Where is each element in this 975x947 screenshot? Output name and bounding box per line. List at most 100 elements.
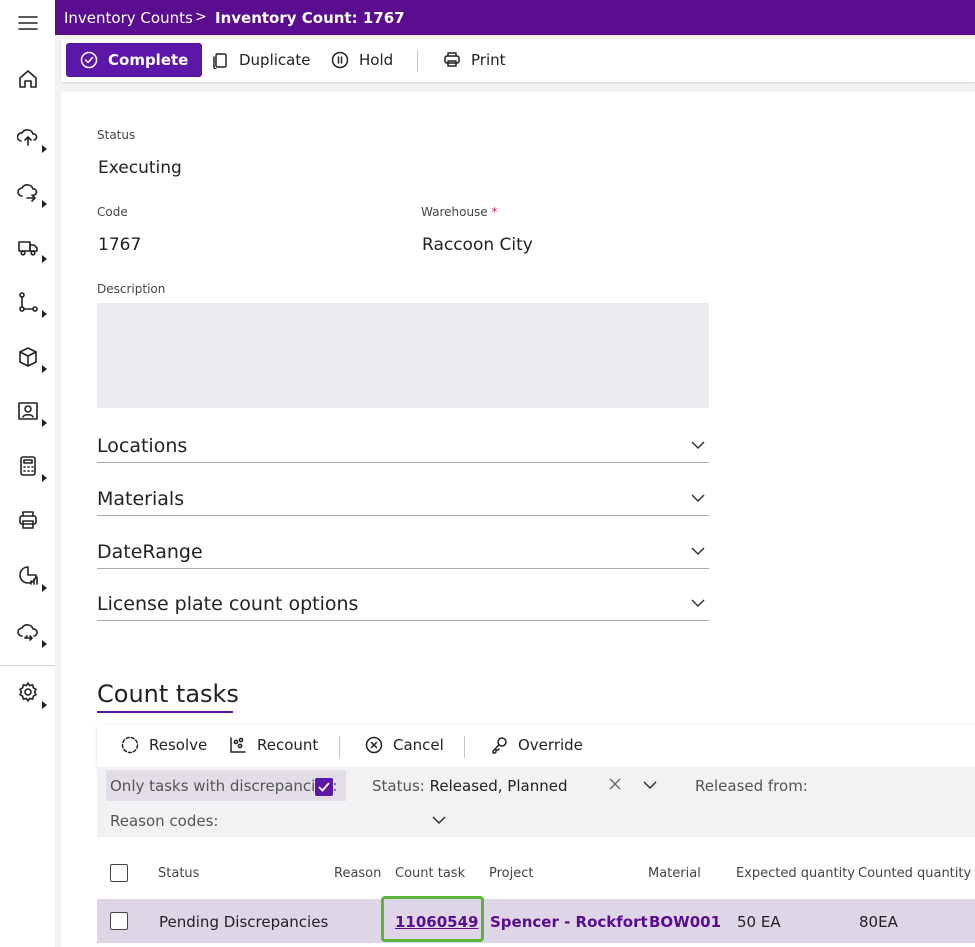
cloud-sync-icon[interactable] — [14, 617, 42, 645]
chevron-down-icon — [691, 547, 705, 556]
description-field[interactable] — [97, 303, 709, 408]
chevron-down-icon — [691, 599, 705, 608]
inbound-expand-icon[interactable] — [42, 145, 47, 153]
cube-expand-icon[interactable] — [42, 365, 47, 373]
truck-expand-icon[interactable] — [42, 255, 47, 263]
material-link[interactable]: BOW001 — [649, 913, 721, 931]
recount-icon — [230, 737, 246, 753]
column-header-reason[interactable]: Reason — [334, 866, 381, 881]
select-all-checkbox[interactable] — [110, 864, 128, 882]
status-label: Status — [97, 128, 136, 142]
copy-icon — [213, 53, 227, 69]
toolbar-separator — [339, 736, 340, 758]
override-button[interactable]: Override — [490, 736, 583, 754]
calculator-expand-icon[interactable] — [42, 474, 47, 482]
code-value: 1767 — [98, 235, 142, 255]
clear-filter-icon[interactable] — [609, 778, 621, 790]
description-label: Description — [97, 282, 166, 296]
warehouse-label: Warehouse * — [421, 205, 498, 219]
resolve-icon — [121, 736, 139, 754]
chevron-down-icon[interactable] — [643, 780, 657, 790]
row-counted-quantity: 80EA — [859, 913, 898, 931]
pause-circle-icon — [331, 51, 349, 69]
toolbar-separator — [417, 50, 418, 72]
section-underline — [97, 711, 233, 713]
row-status: Pending Discrepancies — [159, 913, 329, 931]
reason-codes-label[interactable]: Reason codes: — [110, 812, 218, 830]
contact-card-icon[interactable] — [14, 397, 42, 425]
column-header-expected-quantity[interactable]: Expected quantity — [736, 866, 855, 881]
breadcrumb-chevron-icon: > — [195, 9, 207, 25]
home-icon[interactable] — [14, 65, 42, 93]
project-link[interactable]: Spencer - Rockfort — [490, 913, 648, 931]
status-filter-value: Released, Planned — [429, 777, 568, 795]
settings-icon[interactable] — [14, 678, 42, 706]
checkmark-icon — [318, 782, 330, 792]
materials-accordion[interactable]: Materials — [97, 485, 709, 516]
discrepancies-filter-label: Only tasks with discrepancies: — [110, 777, 338, 795]
settings-expand-icon[interactable] — [42, 701, 47, 709]
reports-expand-icon[interactable] — [42, 584, 47, 592]
hold-button[interactable]: Hold — [331, 51, 393, 69]
warehouse-value[interactable]: Raccoon City — [422, 235, 533, 255]
discrepancies-checkbox[interactable] — [315, 778, 333, 796]
focus-highlight — [381, 896, 484, 942]
print-label: Print — [471, 51, 506, 69]
print-button[interactable]: Print — [443, 51, 506, 69]
required-marker: * — [491, 205, 498, 219]
outbound-icon[interactable] — [14, 178, 42, 206]
cube-icon[interactable] — [14, 343, 42, 371]
truck-icon[interactable] — [14, 233, 42, 261]
app-header: Inventory Counts > Inventory Count: 1767 — [55, 0, 975, 35]
status-filter-label: Status: — [372, 777, 425, 795]
recount-label: Recount — [257, 736, 319, 754]
column-header-status[interactable]: Status — [158, 866, 199, 881]
workflow-icon[interactable] — [14, 288, 42, 316]
count-tasks-title: Count tasks — [97, 680, 239, 708]
resolve-button[interactable]: Resolve — [121, 736, 207, 754]
row-checkbox[interactable] — [110, 912, 128, 930]
chevron-down-icon[interactable] — [432, 815, 446, 825]
cancel-button[interactable]: Cancel — [365, 736, 444, 754]
check-circle-icon — [80, 51, 98, 69]
breadcrumb-current: Inventory Count: 1767 — [215, 9, 405, 27]
contact-card-expand-icon[interactable] — [42, 419, 47, 427]
cancel-label: Cancel — [393, 736, 444, 754]
count-tasks-toolbar: Resolve Recount Cancel Override — [97, 725, 975, 767]
left-nav-rail — [0, 0, 56, 947]
toolbar-separator — [464, 736, 465, 758]
column-header-counted-quantity[interactable]: Counted quantity — [858, 866, 971, 881]
column-header-material[interactable]: Material — [648, 866, 701, 881]
locations-accordion[interactable]: Locations — [97, 432, 709, 463]
calculator-icon[interactable] — [14, 452, 42, 480]
chevron-down-icon — [691, 494, 705, 503]
hold-label: Hold — [359, 51, 394, 69]
complete-label: Complete — [108, 51, 189, 69]
status-value: Executing — [98, 158, 182, 178]
daterange-accordion[interactable]: DateRange — [97, 538, 709, 569]
printer-icon[interactable] — [14, 506, 42, 534]
breadcrumb-parent[interactable]: Inventory Counts — [64, 9, 193, 27]
menu-icon[interactable] — [14, 9, 42, 37]
cloud-sync-expand-icon[interactable] — [42, 640, 47, 648]
row-expected-quantity: 50 EA — [737, 913, 781, 931]
override-label: Override — [518, 736, 583, 754]
key-icon — [492, 737, 507, 754]
duplicate-label: Duplicate — [239, 51, 311, 69]
cancel-circle-icon — [365, 736, 383, 754]
column-header-count-task[interactable]: Count task — [395, 866, 465, 881]
column-header-project[interactable]: Project — [489, 866, 533, 881]
resolve-label: Resolve — [149, 736, 208, 754]
recount-button[interactable]: Recount — [229, 736, 318, 754]
complete-button[interactable]: Complete — [66, 43, 203, 77]
outbound-expand-icon[interactable] — [42, 200, 47, 208]
license-plate-accordion[interactable]: License plate count options — [97, 590, 709, 621]
duplicate-button[interactable]: Duplicate — [211, 51, 310, 69]
workflow-expand-icon[interactable] — [42, 310, 47, 318]
released-from-label[interactable]: Released from: — [695, 777, 808, 795]
status-filter[interactable]: Status: Released, Planned — [372, 777, 567, 795]
code-label: Code — [97, 205, 128, 219]
reports-icon[interactable] — [14, 561, 42, 589]
accordion-title: DateRange — [97, 541, 203, 563]
inbound-icon[interactable] — [14, 123, 42, 151]
